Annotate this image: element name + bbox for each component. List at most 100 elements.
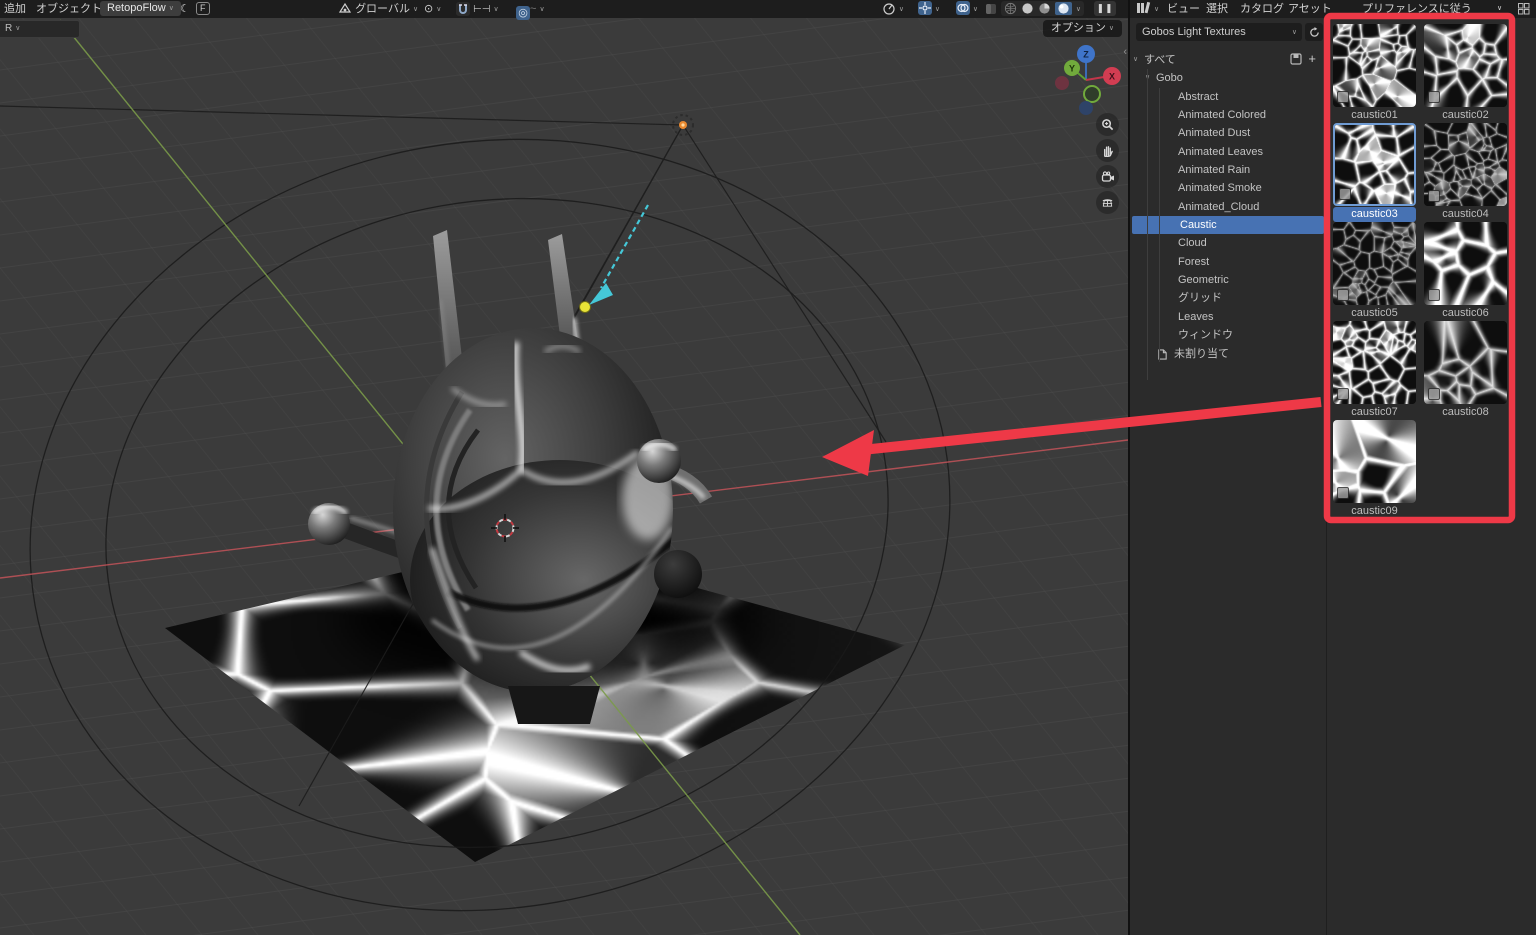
zoom-tool[interactable] xyxy=(1096,113,1119,136)
shading-wireframe-icon[interactable] xyxy=(1004,2,1017,15)
editor-type-dropdown[interactable]: ∨ xyxy=(1136,0,1159,18)
shading-rendered-active[interactable] xyxy=(1055,2,1072,15)
asset-preview[interactable] xyxy=(1333,222,1416,305)
refresh-library-button[interactable] xyxy=(1305,23,1323,41)
asset-thumbnail-caustic03[interactable]: caustic03 xyxy=(1333,123,1416,222)
moon-icon[interactable]: ☾ xyxy=(180,0,190,18)
tree-item-all[interactable]: ∨すべて + xyxy=(1130,51,1326,69)
shading-solid-icon[interactable] xyxy=(1021,2,1034,15)
asset-thumbnail-caustic08[interactable]: caustic08 xyxy=(1424,321,1507,420)
options-dropdown[interactable]: オプション∨ xyxy=(1043,20,1122,37)
light-target-point[interactable] xyxy=(580,302,591,313)
asset-thumbnail-caustic04[interactable]: caustic04 xyxy=(1424,123,1507,222)
camera-view-tool[interactable] xyxy=(1096,165,1119,188)
tree-expand-caret[interactable]: ∨ xyxy=(1133,51,1138,69)
asset-thumbnail-caustic01[interactable]: caustic01 xyxy=(1333,24,1416,123)
texture-badge-icon xyxy=(1337,487,1349,499)
menu-select[interactable]: 選択 xyxy=(1206,0,1228,18)
asset-preview[interactable] xyxy=(1333,420,1416,503)
asset-thumbnail-caustic09[interactable]: caustic09 xyxy=(1333,420,1416,519)
catalog-tree: ∨すべて + ∨GoboAbstractAnimated ColoredAnim… xyxy=(1130,51,1326,363)
chevron-down-icon: ∨ xyxy=(935,6,940,13)
tree-item-caustic[interactable]: Caustic xyxy=(1132,216,1324,234)
asset-preview[interactable] xyxy=(1333,321,1416,404)
gizmos-toggle[interactable]: ∨ xyxy=(918,0,940,18)
chevron-down-icon: ∨ xyxy=(413,6,418,13)
toggle-grid-tool[interactable] xyxy=(1096,191,1119,214)
transform-orientation-dropdown[interactable]: グローバル∨ xyxy=(338,0,418,18)
clipped-dropdown[interactable]: R∨ xyxy=(0,20,80,38)
chevron-down-icon: ∨ xyxy=(899,6,904,13)
gizmo-icon xyxy=(918,1,932,15)
tree-item-gobo[interactable]: ∨Gobo xyxy=(1130,69,1326,87)
asset-thumbnail-caustic07[interactable]: caustic07 xyxy=(1333,321,1416,420)
visibility-dropdown[interactable]: ∨ xyxy=(882,0,904,18)
chevron-down-icon: ∨ xyxy=(1497,0,1502,18)
menu-object[interactable]: オブジェクト xyxy=(36,0,102,18)
xray-toggle[interactable] xyxy=(984,1,998,19)
texture-badge-icon xyxy=(1428,289,1440,301)
proportional-edit-toggle[interactable]: ◎~∨ xyxy=(516,0,545,18)
asset-name: caustic04 xyxy=(1424,207,1507,222)
axis-neg-z-ball[interactable] xyxy=(1079,101,1093,115)
retopoflow-dropdown[interactable]: RetopoFlow∨ xyxy=(100,1,181,16)
menu-asset[interactable]: アセット xyxy=(1288,0,1332,18)
gauge-icon xyxy=(882,1,896,15)
menu-view[interactable]: ビュー xyxy=(1167,0,1200,18)
asset-preview[interactable] xyxy=(1424,24,1507,107)
chevron-down-icon: ∨ xyxy=(1292,24,1297,42)
asset-name: caustic07 xyxy=(1333,405,1416,420)
axis-neg-y-ball[interactable] xyxy=(1084,86,1100,102)
add-catalog-button[interactable]: + xyxy=(1308,53,1316,65)
asset-browser-header: ∨ ビュー 選択 カタログ アセット プリファレンスに従う ∨ xyxy=(1130,0,1536,18)
navigation-gizmo[interactable]: Z Y X xyxy=(1048,38,1126,118)
asset-thumbnail-caustic06[interactable]: caustic06 xyxy=(1424,222,1507,321)
pan-tool[interactable] xyxy=(1096,139,1119,162)
asset-browser-icon xyxy=(1136,1,1151,14)
proportional-icon: ◎ xyxy=(516,6,530,20)
grid-icon xyxy=(1101,196,1114,209)
xray-icon xyxy=(984,2,998,16)
asset-preview[interactable] xyxy=(1424,321,1507,404)
asset-name: caustic05 xyxy=(1333,306,1416,321)
camera-icon xyxy=(1101,170,1115,184)
snap-toggle[interactable]: ⊢⊣∨ xyxy=(456,0,499,18)
f-badge[interactable]: F xyxy=(196,2,210,15)
chevron-down-icon: ∨ xyxy=(539,6,544,13)
asset-name: caustic03 xyxy=(1333,207,1416,222)
asset-preview[interactable] xyxy=(1424,123,1507,206)
asset-preview[interactable] xyxy=(1333,123,1416,206)
import-method-dropdown[interactable]: プリファレンスに従う xyxy=(1362,0,1472,18)
save-catalogs-icon[interactable] xyxy=(1290,53,1302,65)
asset-thumbnail-caustic05[interactable]: caustic05 xyxy=(1333,222,1416,321)
magnifier-icon xyxy=(1101,118,1114,131)
blender-window: 追加 オブジェクト RetopoFlow∨ ☾ F グローバル∨ ⊙∨ ⊢⊣∨ … xyxy=(0,0,1536,935)
asset-preview[interactable] xyxy=(1424,222,1507,305)
asset-library-dropdown[interactable]: Gobos Light Textures ∨ xyxy=(1136,23,1302,41)
texture-badge-icon xyxy=(1428,388,1440,400)
asset-name: caustic02 xyxy=(1424,108,1507,123)
menu-catalog[interactable]: カタログ xyxy=(1240,0,1284,18)
viewport-scene xyxy=(0,0,1130,935)
axis-neg-x-ball[interactable] xyxy=(1055,76,1069,90)
refresh-icon xyxy=(1309,27,1320,38)
3d-viewport[interactable]: 追加 オブジェクト RetopoFlow∨ ☾ F グローバル∨ ⊙∨ ⊢⊣∨ … xyxy=(0,0,1130,935)
chevron-down-icon: ∨ xyxy=(15,25,20,32)
orientation-icon xyxy=(338,1,352,15)
pause-button[interactable]: ❚❚ xyxy=(1094,1,1116,16)
asset-thumbnail-caustic02[interactable]: caustic02 xyxy=(1424,24,1507,123)
shading-material-icon[interactable] xyxy=(1038,2,1051,15)
menu-add[interactable]: 追加 xyxy=(4,0,26,18)
chevron-down-icon: ∨ xyxy=(1076,5,1081,13)
chevron-down-icon: ∨ xyxy=(1109,25,1114,32)
texture-badge-icon xyxy=(1428,91,1440,103)
axis-x-label: X xyxy=(1109,72,1115,82)
overlays-toggle[interactable]: ∨ xyxy=(956,0,978,18)
asset-name: caustic08 xyxy=(1424,405,1507,420)
chevron-down-icon: ∨ xyxy=(973,6,978,13)
overlays-icon xyxy=(956,1,970,15)
pivot-point-dropdown[interactable]: ⊙∨ xyxy=(424,0,441,18)
texture-badge-icon xyxy=(1337,289,1349,301)
robot-model[interactable] xyxy=(308,230,710,724)
asset-preview[interactable] xyxy=(1333,24,1416,107)
